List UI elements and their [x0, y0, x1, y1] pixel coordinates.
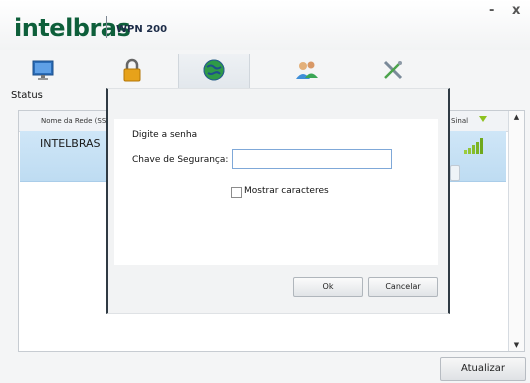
network-name: INTELBRAS	[40, 137, 101, 150]
ok-button[interactable]: Ok	[293, 277, 363, 297]
close-button[interactable]: x	[512, 3, 520, 18]
tool-status[interactable]: Status	[8, 54, 78, 104]
scroll-down-icon[interactable]: ▼	[509, 341, 524, 349]
cancel-button[interactable]: Cancelar	[368, 277, 438, 297]
monitor-icon	[32, 60, 54, 80]
minimize-button[interactable]: -	[489, 3, 494, 18]
logo-divider	[106, 16, 107, 38]
brand-logo: intelbras	[14, 14, 131, 42]
password-dialog: Digite a senha Chave de Segurança: Mostr…	[106, 88, 450, 314]
scroll-up-icon[interactable]: ▲	[509, 113, 524, 121]
model-name: WPN 200	[116, 24, 168, 35]
security-key-input[interactable]	[232, 149, 392, 169]
column-signal[interactable]: Sinal	[451, 117, 468, 125]
title-bar: intelbras WPN 200 - x	[0, 0, 530, 51]
lock-icon	[123, 58, 141, 82]
vertical-scrollbar[interactable]: ▲ ▼	[508, 111, 524, 351]
connect-button[interactable]	[450, 165, 460, 181]
sort-arrow-icon	[479, 116, 487, 122]
show-characters-label[interactable]: Mostrar caracteres	[244, 186, 329, 196]
users-icon	[296, 61, 318, 79]
dialog-title: Digite a senha	[132, 130, 198, 140]
show-characters-checkbox[interactable]	[231, 187, 242, 198]
column-network-name[interactable]: Nome da Rede (SS	[41, 117, 106, 125]
tool-status-label: Status	[11, 90, 43, 101]
signal-strength-icon	[464, 138, 483, 154]
tools-icon	[383, 60, 403, 80]
app-window: intelbras WPN 200 - x Status Nome da Red…	[0, 0, 530, 383]
network-globe-icon	[203, 59, 225, 81]
security-key-label: Chave de Segurança:	[132, 155, 229, 165]
refresh-button[interactable]: Atualizar	[440, 357, 526, 381]
